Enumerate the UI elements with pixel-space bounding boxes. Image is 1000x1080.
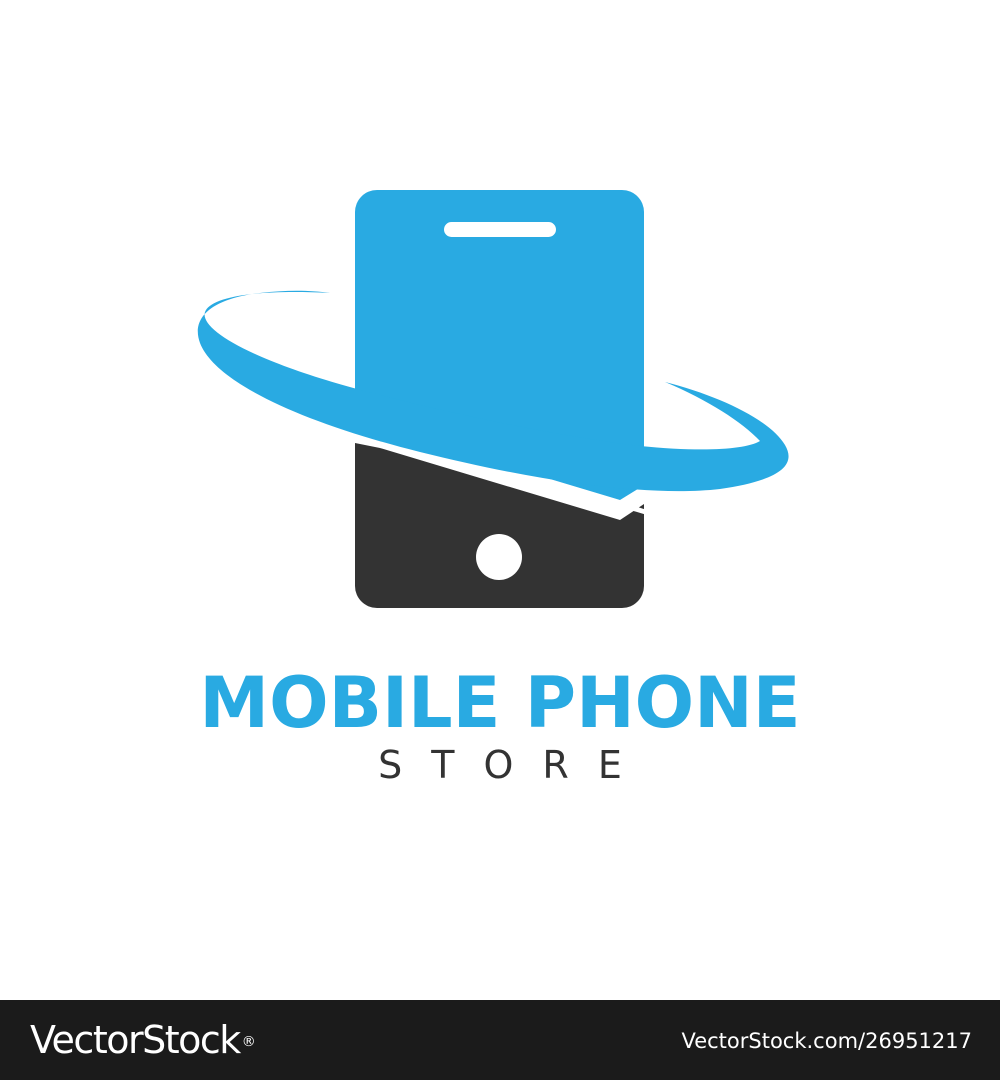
home-button-icon [476,534,522,580]
brand-subtitle: STORE [378,743,651,787]
watermark-brand: VectorStock ® [30,1018,256,1062]
registered-mark: ® [241,1034,256,1050]
brand-title: MOBILE PHONE [199,662,801,744]
logo-canvas: MOBILE PHONE STORE VectorStock ® VectorSt… [0,0,1000,1080]
watermark-image-id: VectorStock.com/26951217 [681,1029,972,1053]
phone-orbit-logo-icon [197,190,789,608]
watermark-bar: VectorStock ® VectorStock.com/26951217 [0,1000,1000,1080]
watermark-brand-text: VectorStock [30,1018,241,1062]
speaker-slot-icon [444,222,556,237]
